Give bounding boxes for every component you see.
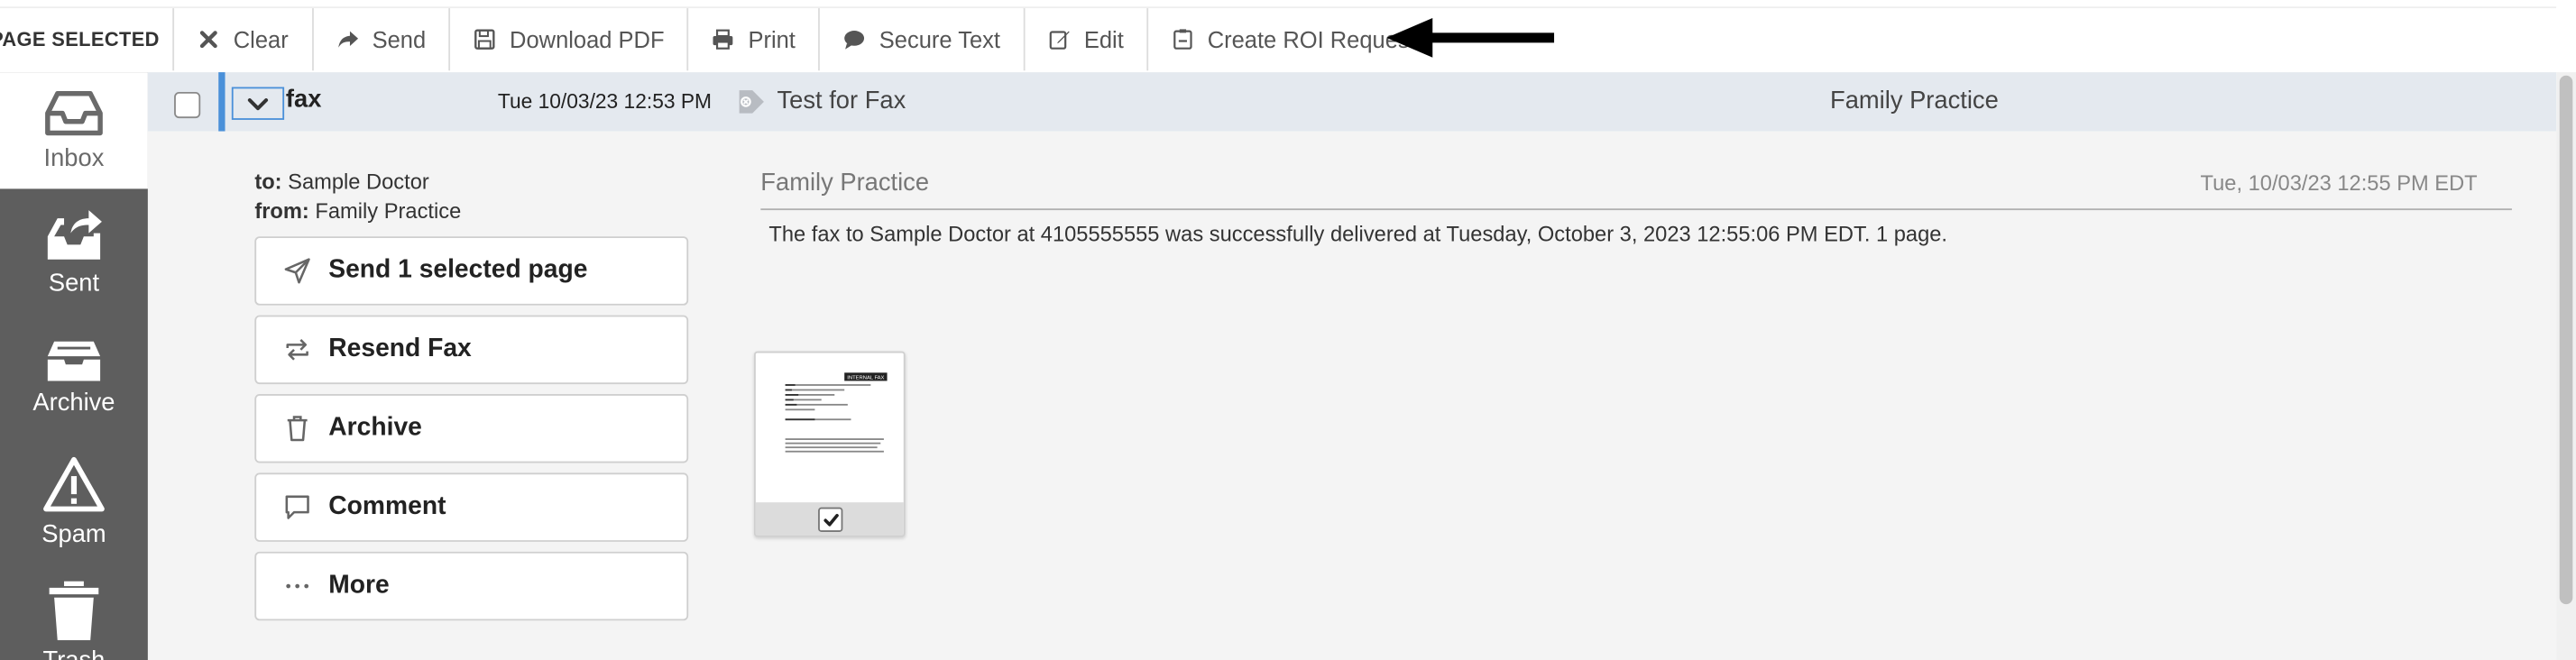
divider [760,208,2512,211]
archive-label: Archive [328,413,422,442]
printer-icon [712,28,734,50]
archive-icon [47,341,101,381]
comment-label: Comment [328,492,446,521]
sender-value: Family Practice [315,198,462,224]
delivery-status-message: The fax to Sample Doctor at 4105555555 w… [768,221,1947,247]
more-button[interactable]: More [254,551,689,621]
message-detail-panel: Family Practice Tue, 10/03/23 12:55 PM E… [722,131,2557,660]
send-button[interactable]: Send [313,8,451,71]
share-arrow-icon [336,28,359,50]
secure-text-button[interactable]: Secure Text [820,8,1026,71]
sender-label: from: [254,198,309,224]
download-pdf-button-label: Download PDF [510,26,665,53]
sidebar-item-label: Sent [48,269,100,298]
expand-toggle[interactable] [231,87,285,120]
scrollbar-thumb[interactable] [2559,75,2573,605]
ellipsis-icon [281,570,313,602]
secure-text-button-label: Secure Text [879,26,1000,53]
annotation-arrow-icon [1386,18,1555,58]
clear-button-label: Clear [233,26,289,53]
fax-badge-text: INTERNAL FAX [847,375,884,380]
print-button[interactable]: Print [689,8,821,71]
download-pdf-button[interactable]: Download PDF [450,8,689,71]
edit-button[interactable]: Edit [1025,8,1149,71]
sidebar-item-label: Trash [0,646,148,660]
page-select-checkbox[interactable] [818,507,843,532]
page-thumbnail[interactable]: INTERNAL FAX [754,351,906,537]
message-date: Tue 10/03/23 12:53 PM [497,90,713,114]
send-selected-page-button[interactable]: Send 1 selected page [254,236,689,306]
fax-page-preview: INTERNAL FAX [768,366,891,498]
send-selected-page-label: Send 1 selected page [328,256,588,285]
sidebar-item-label: Archive [32,389,115,417]
tag-icon [739,90,764,114]
send-button-label: Send [372,26,427,53]
sidebar-item-label: Spam [41,520,106,549]
sidebar-item-sent[interactable]: Sent [0,210,148,298]
chevron-down-icon [247,97,269,110]
app-window: PAGE SELECTED Clear Send Download PDF Pr… [0,0,2576,660]
sender-line: from: Family Practice [254,198,461,223]
edit-icon [1048,28,1071,50]
toolbar: PAGE SELECTED Clear Send Download PDF Pr… [0,6,2557,71]
comment-icon [281,490,313,523]
trash-can-icon [281,412,313,445]
recipient-line: to: Sample Doctor [254,170,428,194]
roi-document-icon [1172,28,1194,50]
recipient-value: Sample Doctor [288,169,429,194]
recipient-label: to: [254,169,282,194]
message-subject: Test for Fax [777,87,906,115]
message-type: fax [285,85,322,114]
chat-bubble-icon [843,28,866,50]
message-row[interactable]: fax Tue 10/03/23 12:53 PM Test for Fax F… [147,72,2557,132]
sidebar-item-label: Inbox [43,144,105,173]
floppy-disk-icon [474,28,496,50]
sidebar-item-archive[interactable]: Archive [0,340,148,417]
trash-icon [49,581,99,641]
sent-icon [47,210,102,260]
archive-button[interactable]: Archive [254,394,689,463]
x-icon [198,28,220,50]
selected-indicator [218,72,225,132]
sidebar-item-trash[interactable]: Trash [0,581,148,660]
detail-date: Tue, 10/03/23 12:55 PM EDT [2200,170,2478,196]
selection-count-label: PAGE SELECTED [0,8,175,71]
more-label: More [328,571,390,600]
clear-button[interactable]: Clear [174,8,314,71]
vertical-scrollbar[interactable] [2556,72,2576,660]
thumbnail-footer [755,502,904,536]
print-button-label: Print [748,26,796,53]
edit-button-label: Edit [1083,26,1124,53]
sidebar: Inbox Sent Archive Spam [0,72,148,660]
checkmark-icon [823,513,838,526]
sidebar-item-spam[interactable]: Spam [0,454,148,548]
sidebar-item-inbox[interactable]: Inbox [0,72,148,189]
message-select-checkbox[interactable] [174,91,201,119]
paper-plane-icon [281,254,313,287]
repeat-icon [281,334,313,366]
message-sender: Family Practice [1830,87,1999,115]
comment-button[interactable]: Comment [254,472,689,542]
detail-sender: Family Practice [760,169,930,197]
inbox-icon [45,91,103,136]
message-actions-panel: to: Sample Doctor from: Family Practice … [147,131,723,660]
resend-fax-button[interactable]: Resend Fax [254,315,689,385]
resend-fax-label: Resend Fax [328,335,472,363]
warning-icon [43,456,105,512]
